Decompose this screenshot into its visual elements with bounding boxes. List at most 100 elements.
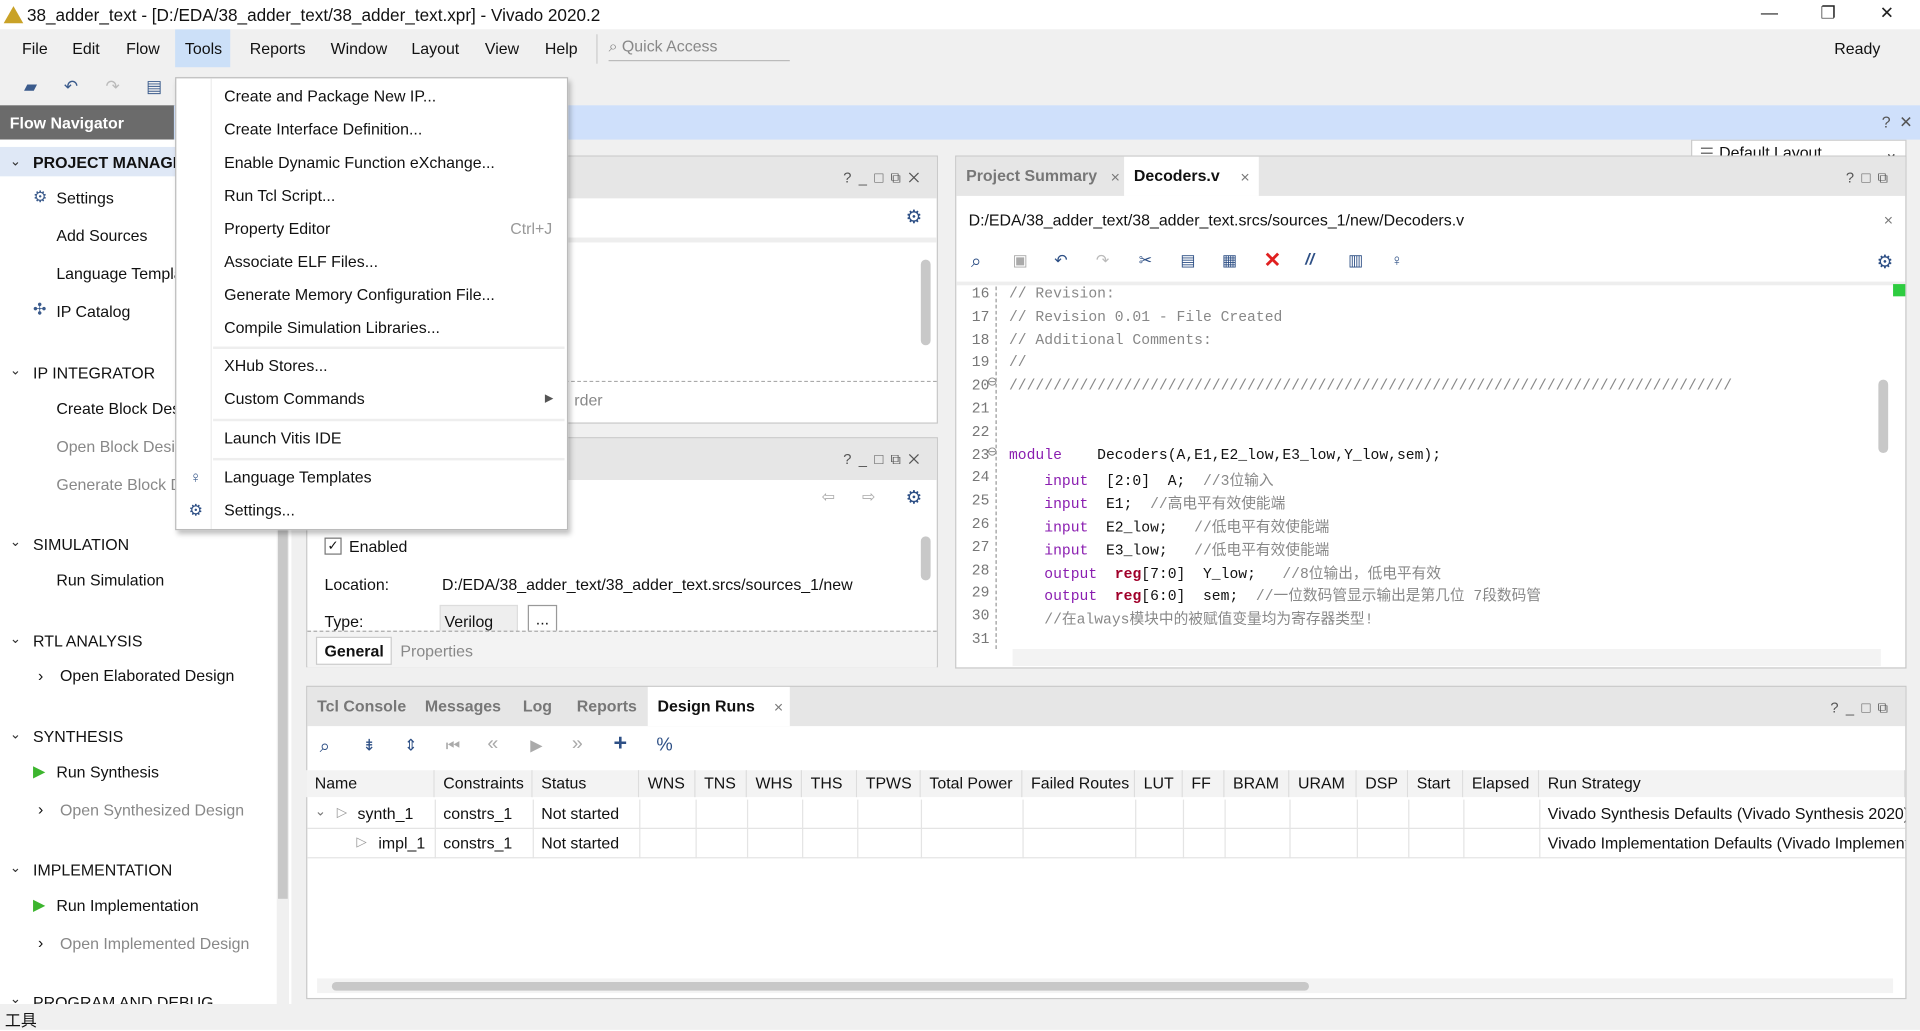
panel-controls-icon[interactable]: ?_□⧉ [1830,699,1895,717]
copy-icon[interactable]: ▤ [1180,251,1195,271]
sidebar-item-add-sources[interactable]: Add Sources [56,227,147,245]
close-tab-icon[interactable]: × [774,698,783,716]
menu-flow[interactable]: Flow [116,29,169,67]
menu-item[interactable]: Create and Package New IP... [224,87,436,105]
column-header[interactable]: WHS [746,770,803,798]
sidebar-item-ip-catalog[interactable]: IP Catalog [56,302,130,320]
chevron-down-icon[interactable]: ⌄ [10,991,21,1004]
redo-icon[interactable]: ↷ [103,76,123,96]
column-header[interactable]: THS [802,770,858,798]
column-header[interactable]: Elapsed [1463,770,1540,798]
gear-icon[interactable]: ⚙ [1877,251,1893,273]
menu-help[interactable]: Help [535,29,587,67]
column-header[interactable]: DSP [1356,770,1409,798]
tab-log[interactable]: Log [513,687,562,726]
sidebar-item-run-implementation[interactable]: Run Implementation [56,896,198,914]
help-icon[interactable]: ? [1882,113,1891,131]
browse-button[interactable]: ... [527,604,558,632]
section-ip-integrator[interactable]: IP INTEGRATOR [33,364,155,382]
chevron-right-icon[interactable]: › [38,666,43,684]
section-project-manager[interactable]: PROJECT MANAGER [33,153,195,171]
menu-view[interactable]: View [475,29,529,67]
expand-all-icon[interactable]: ⇕ [404,736,417,756]
save-icon[interactable]: ▣ [1013,251,1028,271]
section-synthesis[interactable]: SYNTHESIS [33,727,123,745]
section-implementation[interactable]: IMPLEMENTATION [33,861,172,879]
back-arrow-icon[interactable]: ⇦ [822,487,835,507]
close-window-button[interactable]: ✕ [1869,2,1906,23]
run-name[interactable]: impl_1 [370,834,425,852]
quick-access-input[interactable]: ⌕ Quick Access [608,37,790,62]
menu-file[interactable]: File [12,29,57,67]
minimize-button[interactable]: — [1751,2,1788,22]
tab-properties[interactable]: Properties [400,642,473,660]
column-select-icon[interactable]: ▥ [1348,251,1363,271]
menu-item[interactable]: Language Templates [224,468,372,486]
panel-controls-icon[interactable]: ?□⧉ [1846,169,1896,187]
next-icon[interactable]: » [572,733,583,755]
menu-item[interactable]: XHub Stores... [224,356,328,374]
tab-messages[interactable]: Messages [415,687,511,726]
run-name[interactable]: synth_1 [349,804,414,822]
open-project-icon[interactable]: ▰ [21,76,41,96]
first-icon[interactable]: ⏮ [446,736,460,756]
expand-chevron-icon[interactable]: ⌄ [315,803,326,819]
copy-icon[interactable]: ▤ [144,76,164,96]
column-header[interactable]: TNS [695,770,747,798]
chevron-right-icon[interactable]: › [38,800,43,818]
redo-icon[interactable]: ↷ [1096,251,1109,271]
close-icon[interactable]: × [1884,211,1893,229]
delete-icon[interactable]: ✕ [1264,249,1281,273]
vertical-scrollbar[interactable] [920,519,932,629]
menu-item[interactable]: Create Interface Definition... [224,120,422,138]
column-header[interactable]: LUT [1135,770,1183,798]
chevron-down-icon[interactable]: ⌄ [10,631,21,647]
column-header[interactable]: Status [532,770,640,798]
sidebar-item-settings[interactable]: Settings [56,189,114,207]
menu-item[interactable]: Associate ELF Files... [224,252,378,270]
tab-decoders-v[interactable]: Decoders.v [1124,156,1259,196]
collapse-all-icon[interactable]: ⇟ [362,736,375,756]
gear-icon[interactable]: ⚙ [906,486,922,508]
undo-icon[interactable]: ↶ [61,76,81,96]
paste-icon[interactable]: ▦ [1222,251,1237,271]
menu-edit[interactable]: Edit [62,29,109,67]
panel-controls-icon[interactable]: ?_□⧉✕ [843,169,927,187]
menu-item[interactable]: Settings... [224,501,295,519]
enabled-checkbox[interactable]: ✓ [324,537,342,555]
sidebar-item-open-block-design[interactable]: Open Block Design [56,437,192,455]
column-header[interactable]: Run Strategy [1539,770,1906,798]
column-header[interactable]: URAM [1289,770,1357,798]
chevron-down-icon[interactable]: ⌄ [10,860,21,876]
chevron-down-icon[interactable]: ⌄ [10,726,21,742]
column-header[interactable]: Name [306,770,435,798]
sidebar-item-run-simulation[interactable]: Run Simulation [56,571,164,589]
maximize-button[interactable]: ❐ [1810,2,1847,23]
menu-layout[interactable]: Layout [402,29,469,67]
section-program-and-debug[interactable]: PROGRAM AND DEBUG [33,993,213,1004]
vertical-scrollbar[interactable] [1876,287,1891,645]
close-tab-icon[interactable]: × [1111,168,1120,186]
section-simulation[interactable]: SIMULATION [33,535,129,553]
tab-general[interactable]: General [315,636,393,665]
horizontal-scrollbar[interactable] [317,978,1894,994]
close-tab-icon[interactable]: × [1240,168,1249,186]
search-icon[interactable]: ⌕ [320,736,330,757]
sidebar-item-open-implemented-design[interactable]: Open Implemented Design [60,934,249,952]
chevron-down-icon[interactable]: ⌄ [10,153,21,169]
tab-reports[interactable]: Reports [567,687,647,726]
tab-hierarchy-order[interactable]: rder [574,391,602,409]
cut-icon[interactable]: ✂ [1139,251,1152,271]
column-header[interactable]: TPWS [857,770,921,798]
add-run-icon[interactable]: + [613,731,627,758]
menu-item[interactable]: Launch Vitis IDE [224,429,341,447]
chevron-down-icon[interactable]: ⌄ [10,362,21,379]
chevron-right-icon[interactable]: › [38,933,43,951]
menu-item[interactable]: Run Tcl Script... [224,186,335,204]
sidebar-item-open-synthesized-design[interactable]: Open Synthesized Design [60,801,244,819]
column-header[interactable]: Total Power [920,770,1023,798]
lightbulb-icon[interactable]: ♀ [1391,251,1403,269]
menu-reports[interactable]: Reports [240,29,315,67]
fold-icon[interactable]: ⊖ [987,445,997,458]
panel-controls-icon[interactable]: ?_□⧉✕ [843,451,927,469]
